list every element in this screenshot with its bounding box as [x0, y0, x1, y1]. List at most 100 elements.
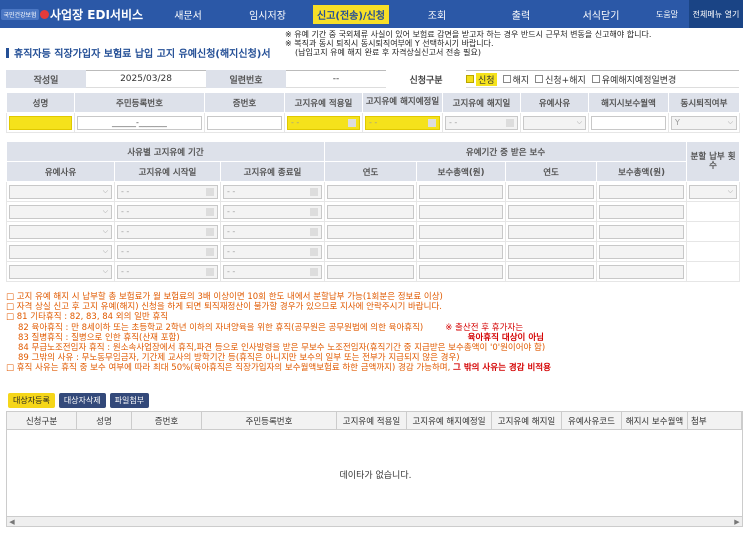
scroll-left-icon[interactable]: ◀: [7, 517, 17, 527]
rrn-input[interactable]: ______-_______: [77, 115, 202, 130]
col-start-date: 고지유예 시작일: [114, 161, 221, 182]
start-date-input[interactable]: - -: [117, 224, 218, 239]
change-date-checkbox[interactable]: 유예해지예정일변경: [591, 73, 676, 86]
col-reason: 유예사유: [520, 92, 589, 113]
apply-cancel-checkbox[interactable]: 신청+해지: [535, 73, 586, 86]
scroll-right-icon[interactable]: ▶: [732, 517, 742, 527]
attach-file-button[interactable]: 파일첨부: [109, 393, 150, 408]
page-title: 휴직자등 직장가입자 보험료 납입 고지 유예신청(해지신청)서: [6, 45, 271, 60]
employee-table: 성명 주민등록번호 증번호 고지유예 적용일 고지유예 해지예정일 고지유예 해…: [6, 92, 740, 133]
grid-col-salary: 해지시 보수월액: [622, 412, 688, 429]
calendar-icon: [206, 267, 214, 276]
reason-select[interactable]: ⌵: [9, 184, 112, 199]
end-date-input[interactable]: - -: [223, 184, 323, 199]
year-input-2[interactable]: [508, 184, 595, 199]
add-target-button[interactable]: 대상자등록: [8, 393, 55, 408]
salary-total-input[interactable]: [419, 264, 504, 279]
year-input-2[interactable]: [508, 264, 595, 279]
start-date-input[interactable]: - -: [117, 204, 218, 219]
salary-total-input[interactable]: [419, 224, 504, 239]
name-input[interactable]: [9, 115, 72, 130]
start-date-input[interactable]: - -: [117, 184, 218, 199]
grid-col-attach: 첨부: [688, 412, 742, 429]
col-year: 연도: [324, 161, 418, 182]
chevron-down-icon: ⌵: [576, 118, 582, 126]
calendar-icon[interactable]: [506, 118, 514, 127]
end-date-input[interactable]: - -: [223, 264, 323, 279]
installment-select[interactable]: ⌵: [689, 184, 738, 199]
year-input-2[interactable]: [508, 204, 595, 219]
calendar-icon[interactable]: [348, 118, 356, 127]
installment-col: 분할 납부 횟수: [686, 141, 741, 182]
year-input[interactable]: [327, 244, 415, 259]
period-row: ⌵ - - - -: [6, 221, 741, 242]
notice-text: ※ 유예 기간 중 국외체류 사실이 있어 보험료 감면을 받고자 하는 경우 …: [285, 30, 743, 57]
delete-target-button[interactable]: 대상자삭제: [58, 393, 106, 408]
year-input[interactable]: [327, 224, 415, 239]
note-line: 89 그밖의 사유 : 무노동무임금자, 기간제 교사의 방학기간 등(휴직은 …: [18, 353, 460, 364]
year-input[interactable]: [327, 204, 415, 219]
calendar-icon: [310, 187, 319, 196]
salary-group: 유예기간 중 받은 보수: [324, 141, 688, 162]
help-button[interactable]: 도움말: [645, 0, 689, 28]
apply-checkbox[interactable]: 신청: [466, 72, 497, 86]
period-row: ⌵ - - - -: [6, 261, 741, 282]
serial-label: 일련번호: [206, 70, 286, 88]
menu-print[interactable]: 출력: [481, 0, 561, 28]
salary-total-input[interactable]: [419, 244, 504, 259]
salary-total-input-2[interactable]: [599, 204, 685, 219]
reason-period-group: 사유별 고지유예 기간: [5, 141, 326, 162]
calendar-icon[interactable]: [428, 118, 436, 127]
end-date-input[interactable]: - -: [223, 204, 323, 219]
salary-total-input[interactable]: [419, 184, 504, 199]
menu-temp-save[interactable]: 임시저장: [226, 0, 309, 28]
year-input-2[interactable]: [508, 224, 595, 239]
salary-total-input-2[interactable]: [599, 264, 685, 279]
grid-col-cancel-date: 고지유예 해지일: [492, 412, 562, 429]
start-date-input[interactable]: - -: [117, 264, 218, 279]
card-no-input[interactable]: [207, 115, 282, 130]
period-table: 사유별 고지유예 기간 유예기간 중 받은 보수 분할 납부 횟수 유예사유 고…: [5, 141, 741, 282]
salary-total-input-2[interactable]: [599, 184, 685, 199]
all-menu-button[interactable]: 전체메뉴 열기: [689, 0, 743, 28]
retire-select[interactable]: Y ⌵: [671, 115, 737, 130]
menu-search[interactable]: 조회: [393, 0, 481, 28]
reason-select[interactable]: ⌵: [9, 244, 112, 259]
apply-type-options: 신청 해지 신청+해지 유예해지예정일변경: [466, 70, 739, 88]
result-grid: 신청구분 성명 증번호 주민등록번호 고지유예 적용일 고지유예 해지예정일 고…: [6, 411, 743, 527]
note-line: □ 휴직 사유는 휴직 중 보수 여부에 따라 최대 50%(육아휴직은 직장가…: [6, 363, 451, 374]
calendar-icon: [206, 247, 214, 256]
guidance-notes: □ 고지 유예 해지 시 납부할 총 보험료가 월 보험료의 3배 이상이면 1…: [6, 292, 743, 374]
period-row: ⌵ - - - - ⌵: [6, 181, 741, 202]
end-date-input[interactable]: - -: [223, 224, 323, 239]
brand-logo: 국민건강보험: [0, 0, 50, 28]
year-input[interactable]: [327, 264, 415, 279]
reason-select[interactable]: ⌵: [9, 204, 112, 219]
employee-header-row: 성명 주민등록번호 증번호 고지유예 적용일 고지유예 해지예정일 고지유예 해…: [6, 92, 740, 113]
notice-line: (납입고지 유예 해지 완료 후 자격상실신고서 전송 필요): [295, 48, 481, 57]
salary-total-input[interactable]: [419, 204, 504, 219]
date-value[interactable]: 2025/03/28: [86, 70, 206, 88]
reason-select[interactable]: ⌵: [9, 264, 112, 279]
employee-row: ______-_______ - - - - - - ⌵ Y ⌵: [6, 112, 740, 133]
menu-close-form[interactable]: 서식닫기: [561, 0, 641, 28]
salary-input[interactable]: [591, 115, 666, 130]
reason-select[interactable]: ⌵: [9, 224, 112, 239]
end-date-input[interactable]: - -: [223, 244, 323, 259]
col-salary-total: 보수총액(원): [416, 161, 507, 182]
grid-col-card-no: 증번호: [132, 412, 202, 429]
menu-submit[interactable]: 신고(전송)/신청: [309, 0, 393, 28]
menu-new-document[interactable]: 새문서: [150, 0, 226, 28]
planned-cancel-input[interactable]: - -: [365, 115, 440, 130]
salary-total-input-2[interactable]: [599, 224, 685, 239]
salary-total-input-2[interactable]: [599, 244, 685, 259]
year-input[interactable]: [327, 184, 415, 199]
cancel-date-input[interactable]: - -: [445, 115, 518, 130]
col-salary: 해지시보수월액: [588, 92, 669, 113]
start-date-input[interactable]: - -: [117, 244, 218, 259]
cancel-checkbox[interactable]: 해지: [502, 73, 529, 86]
reason-select[interactable]: ⌵: [523, 115, 586, 130]
horizontal-scrollbar[interactable]: ◀ ▶: [7, 516, 742, 526]
year-input-2[interactable]: [508, 244, 595, 259]
apply-date-input[interactable]: - -: [287, 115, 360, 130]
